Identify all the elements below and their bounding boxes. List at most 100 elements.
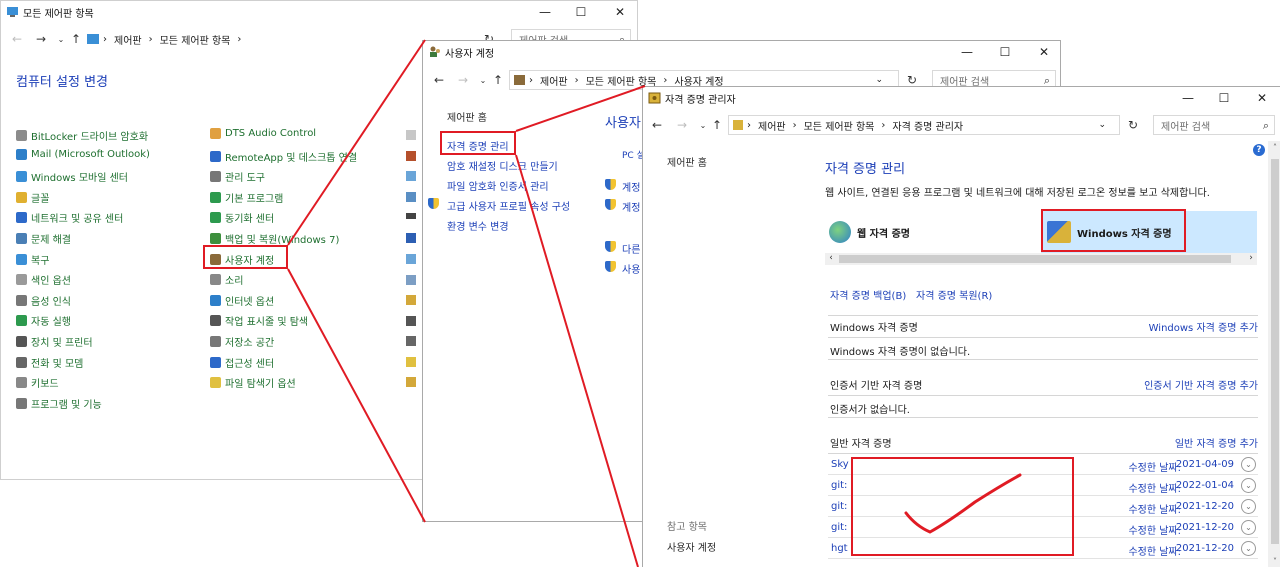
- scroll-right-button[interactable]: ›: [1245, 253, 1257, 265]
- scroll-thumb[interactable]: [839, 255, 1231, 263]
- backup-credentials-link[interactable]: 자격 증명 백업(B): [830, 287, 906, 302]
- control-panel-item[interactable]: RemoteApp 및 데스크톱 연결: [210, 149, 357, 164]
- control-panel-item[interactable]: 장치 및 프린터: [16, 334, 93, 349]
- chevron-down-icon[interactable]: ⌄: [1241, 478, 1256, 493]
- control-panel-item[interactable]: Windows 모바일 센터: [16, 169, 128, 184]
- control-panel-item[interactable]: 자동 실행: [16, 313, 71, 328]
- user-accounts-link[interactable]: 사용자 계정: [667, 539, 716, 554]
- breadcrumb-item[interactable]: 자격 증명 관리자: [892, 118, 963, 133]
- refresh-button[interactable]: ↻: [1125, 117, 1141, 133]
- control-panel-item[interactable]: 색인 옵션: [16, 272, 71, 287]
- back-button[interactable]: ←: [431, 72, 447, 88]
- account-link[interactable]: 계정: [622, 199, 640, 214]
- web-credentials-tab[interactable]: 웹 자격 증명: [825, 211, 1041, 253]
- control-panel-item[interactable]: 관리 도구: [210, 169, 265, 184]
- control-panel-item[interactable]: 키보드: [16, 375, 59, 390]
- window-title: 모든 제어판 항목: [23, 8, 94, 20]
- control-panel-item[interactable]: 소리: [210, 272, 243, 287]
- control-panel-item[interactable]: 백업 및 복원(Windows 7): [210, 231, 339, 246]
- tab-scrollbar[interactable]: ‹ ›: [825, 253, 1257, 265]
- breadcrumb-item[interactable]: 제어판: [114, 32, 142, 47]
- control-panel-item[interactable]: 전화 및 모뎀: [16, 355, 83, 370]
- restore-credentials-link[interactable]: 자격 증명 복원(R): [916, 287, 992, 302]
- forward-button[interactable]: →: [33, 31, 49, 47]
- vertical-scrollbar[interactable]: ˄ ˅: [1268, 141, 1280, 567]
- item-icon: [406, 357, 416, 367]
- control-panel-item[interactable]: 작업 표시줄 및 탐색: [210, 313, 308, 328]
- up-button[interactable]: ↑: [68, 31, 84, 47]
- control-panel-item[interactable]: 인터넷 옵션: [210, 293, 274, 308]
- add-certificate-credential-link[interactable]: 인증서 기반 자격 증명 추가: [1144, 377, 1258, 392]
- chevron-down-icon[interactable]: ⌄: [1241, 499, 1256, 514]
- control-panel-item[interactable]: BitLocker 드라이브 암호화: [16, 128, 148, 143]
- control-panel-home-link[interactable]: 제어판 홈: [447, 109, 487, 124]
- control-panel-item[interactable]: 문제 해결: [16, 231, 71, 246]
- control-panel-item[interactable]: 접근성 센터: [210, 355, 274, 370]
- breadcrumb-item[interactable]: 모든 제어판 항목: [160, 32, 231, 47]
- maximize-button[interactable]: ☐: [983, 41, 1027, 63]
- up-button[interactable]: ↑: [709, 117, 725, 133]
- scroll-up-button[interactable]: ˄: [1268, 143, 1280, 155]
- item-icon: [16, 356, 27, 368]
- address-bar[interactable]: › 제어판 › 모든 제어판 항목 › 자격 증명 관리자 ⌄: [728, 115, 1120, 135]
- item-icon: [16, 171, 27, 183]
- add-generic-credential-link[interactable]: 일반 자격 증명 추가: [1175, 435, 1258, 450]
- control-panel-item[interactable]: Mail (Microsoft Outlook): [16, 148, 150, 160]
- close-button[interactable]: ✕: [1240, 87, 1280, 109]
- scroll-down-button[interactable]: ˅: [1268, 557, 1280, 567]
- window-title: 사용자 계정: [445, 48, 495, 60]
- forward-button[interactable]: →: [674, 117, 690, 133]
- chevron-down-icon[interactable]: ⌄: [1098, 120, 1106, 130]
- chevron-down-icon[interactable]: ⌄: [1241, 541, 1256, 556]
- env-variables-link[interactable]: 환경 변수 변경: [447, 218, 509, 233]
- control-panel-item[interactable]: 프로그램 및 기능: [16, 396, 102, 411]
- modified-date: 2021-12-20: [1175, 522, 1234, 533]
- forward-button[interactable]: →: [455, 72, 471, 88]
- item-icon: [210, 336, 221, 347]
- address-bar[interactable]: › 제어판 › 모든 제어판 항목 ›: [87, 29, 477, 49]
- item-icon: [406, 130, 416, 140]
- search-input[interactable]: 제어판 검색⌕: [1153, 115, 1275, 135]
- breadcrumb-item[interactable]: 모든 제어판 항목: [804, 118, 875, 133]
- control-panel-home-link[interactable]: 제어판 홈: [667, 154, 707, 169]
- modified-date: 2021-12-20: [1175, 543, 1234, 554]
- user-link[interactable]: 사용: [622, 261, 640, 276]
- control-panel-item[interactable]: 네트워크 및 공유 센터: [16, 210, 123, 225]
- control-panel-item[interactable]: 동기화 센터: [210, 210, 274, 225]
- control-panel-item[interactable]: 저장소 공간: [210, 334, 274, 349]
- add-windows-credential-link[interactable]: Windows 자격 증명 추가: [1149, 319, 1258, 334]
- close-button[interactable]: ✕: [1022, 41, 1060, 63]
- up-button[interactable]: ↑: [490, 72, 506, 88]
- control-panel-item[interactable]: 기본 프로그램: [210, 190, 283, 205]
- control-panel-item[interactable]: DTS Audio Control: [210, 128, 316, 139]
- credential-name: git:: [831, 480, 848, 491]
- breadcrumb-item[interactable]: 제어판: [758, 118, 786, 133]
- item-label: 프로그램 및 기능: [31, 399, 102, 411]
- scroll-left-button[interactable]: ‹: [825, 253, 837, 265]
- separator: [828, 453, 1258, 454]
- password-reset-disk-link[interactable]: 암호 재설정 디스크 만들기: [447, 158, 558, 173]
- maximize-button[interactable]: ☐: [559, 1, 603, 23]
- back-button[interactable]: ←: [9, 31, 25, 47]
- recent-dropdown[interactable]: ⌄: [475, 72, 491, 88]
- advanced-profile-link[interactable]: 고급 사용자 프로필 속성 구성: [447, 198, 570, 213]
- chevron-down-icon[interactable]: ⌄: [1241, 520, 1256, 535]
- help-icon[interactable]: ?: [1253, 144, 1265, 156]
- item-icon: [210, 191, 221, 203]
- control-panel-item[interactable]: 음성 인식: [16, 293, 71, 308]
- other-link[interactable]: 다른: [622, 241, 640, 256]
- chevron-down-icon[interactable]: ⌄: [1241, 457, 1256, 472]
- chevron-down-icon[interactable]: ⌄: [875, 75, 883, 85]
- control-panel-item[interactable]: 복구: [16, 252, 49, 267]
- close-button[interactable]: ✕: [598, 1, 637, 23]
- control-panel-item[interactable]: 글꼴: [16, 190, 49, 205]
- recent-dropdown[interactable]: ⌄: [53, 31, 69, 47]
- scroll-thumb[interactable]: [1271, 159, 1279, 544]
- account-link[interactable]: 계정: [622, 179, 640, 194]
- control-panel-item[interactable]: 파일 탐색기 옵션: [210, 375, 296, 390]
- back-button[interactable]: ←: [649, 117, 665, 133]
- item-icon: [16, 336, 27, 347]
- file-encryption-cert-link[interactable]: 파일 암호화 인증서 관리: [447, 178, 549, 193]
- chevron-right-icon: ›: [237, 33, 242, 45]
- breadcrumb-item[interactable]: 제어판: [540, 73, 568, 88]
